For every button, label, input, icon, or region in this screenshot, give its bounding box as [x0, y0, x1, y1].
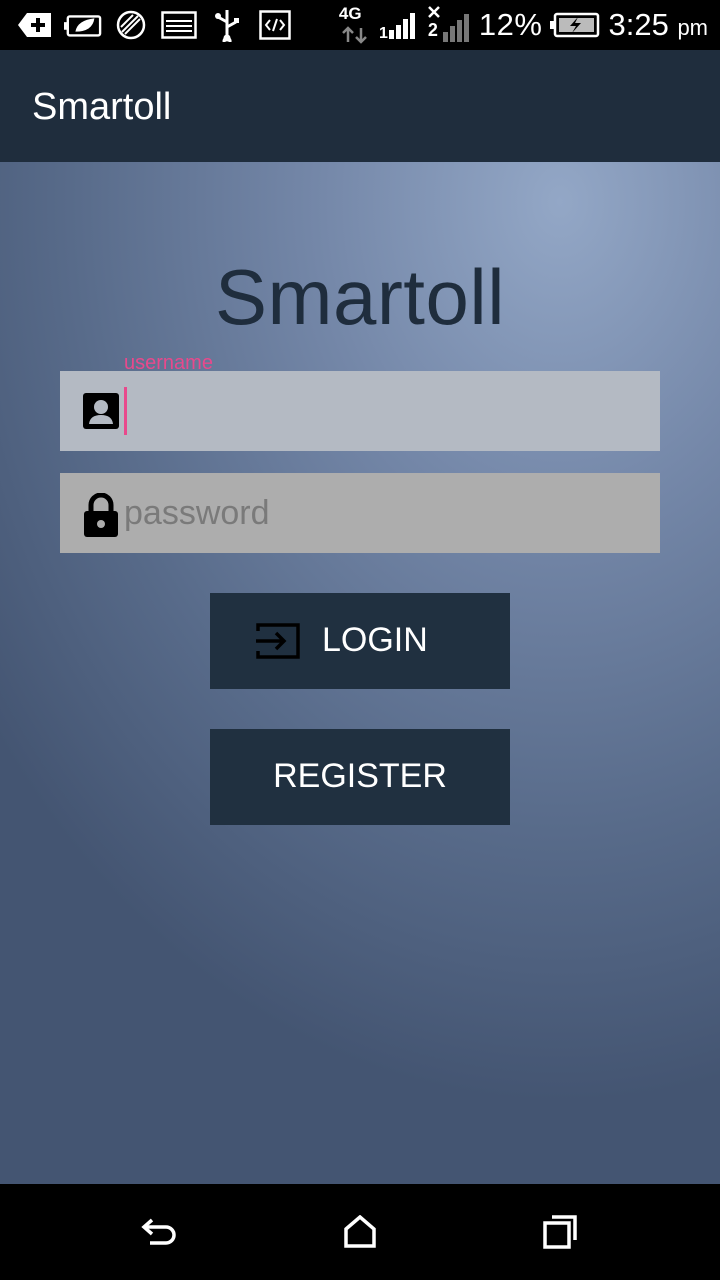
login-button[interactable]: LOGIN — [210, 593, 510, 689]
back-icon[interactable] — [136, 1208, 184, 1256]
add-icon — [16, 10, 54, 40]
register-button[interactable]: REGISTER — [210, 729, 510, 825]
signal-icon: 1 — [379, 10, 419, 42]
username-field[interactable] — [60, 371, 660, 451]
network-4g-icon: 4G — [339, 4, 371, 46]
home-icon[interactable] — [336, 1208, 384, 1256]
password-input[interactable] — [124, 485, 644, 541]
image-icon — [160, 10, 198, 40]
login-icon — [256, 623, 300, 659]
register-label: REGISTER — [273, 757, 447, 795]
text-cursor — [124, 387, 127, 435]
app-bar-title: Smartoll — [32, 86, 172, 128]
app-bar: Smartoll — [0, 50, 720, 162]
status-bar: 4G 1 2 12% 3:25 pm — [0, 0, 720, 50]
code-icon — [256, 10, 294, 40]
browser-icon — [112, 10, 150, 40]
battery-percent: 12% — [478, 7, 543, 42]
usb-icon — [208, 10, 246, 42]
login-label: LOGIN — [322, 621, 428, 659]
password-field[interactable] — [60, 473, 660, 553]
account-box-icon — [82, 391, 120, 431]
logo-title: Smartoll — [214, 253, 506, 341]
login-screen: Smartoll username LOGIN REGISTER — [0, 162, 720, 1184]
svg-text:1: 1 — [379, 25, 388, 40]
lock-icon — [82, 492, 120, 537]
clock: 3:25 pm — [608, 7, 708, 42]
battery-leaf-icon — [64, 10, 102, 40]
recent-apps-icon[interactable] — [536, 1208, 584, 1256]
signal-x-icon: 2 — [427, 4, 471, 46]
battery-charging-icon — [550, 12, 600, 38]
navigation-bar — [0, 1184, 720, 1280]
